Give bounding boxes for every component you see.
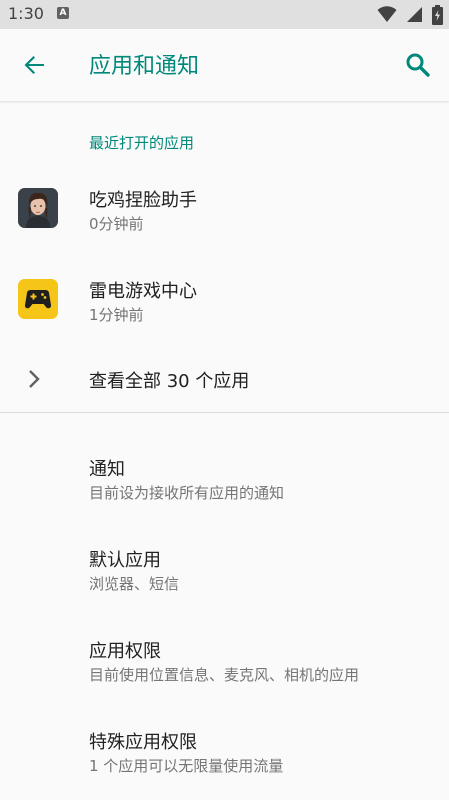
chevron-right-icon — [29, 370, 40, 388]
status-bar: 1:30 A — [0, 0, 449, 29]
recent-app-name: 雷电游戏中心 — [89, 281, 197, 302]
pref-title: 特殊应用权限 — [89, 732, 197, 753]
search-icon — [406, 53, 430, 77]
recent-app-item[interactable]: 吃鸡捏脸助手 0分钟前 — [0, 168, 449, 248]
pref-title: 应用权限 — [89, 641, 161, 662]
pref-summary: 目前设为接收所有应用的通知 — [89, 484, 285, 502]
default-apps-pref[interactable]: 默认应用 浏览器、短信 — [0, 531, 449, 615]
see-all-apps-label: 查看全部 30 个应用 — [89, 371, 250, 392]
gamepad-icon — [18, 279, 58, 319]
special-app-access-pref[interactable]: 特殊应用权限 1 个应用可以无限量使用流量 — [0, 714, 449, 798]
section-divider — [0, 412, 449, 413]
page-title: 应用和通知 — [89, 54, 200, 79]
pref-title: 默认应用 — [89, 550, 161, 571]
status-time: 1:30 — [8, 4, 44, 23]
face-avatar-icon — [18, 188, 58, 228]
back-button[interactable] — [20, 51, 48, 79]
notification-badge: A — [57, 7, 69, 19]
recent-app-time: 0分钟前 — [89, 215, 144, 233]
app-permissions-pref[interactable]: 应用权限 目前使用位置信息、麦克风、相机的应用 — [0, 622, 449, 706]
recent-app-time: 1分钟前 — [89, 306, 144, 324]
recent-apps-header: 最近打开的应用 — [89, 134, 195, 152]
see-all-apps-button[interactable]: 查看全部 30 个应用 — [0, 352, 449, 408]
pref-summary: 浏览器、短信 — [89, 575, 180, 593]
search-button[interactable] — [404, 51, 432, 79]
pref-title: 通知 — [89, 459, 125, 480]
battery-icon — [432, 4, 443, 25]
cell-signal-icon — [406, 6, 422, 22]
pref-summary: 目前使用位置信息、麦克风、相机的应用 — [89, 666, 360, 684]
notifications-pref[interactable]: 通知 目前设为接收所有应用的通知 — [0, 440, 449, 524]
recent-app-name: 吃鸡捏脸助手 — [89, 190, 197, 211]
app-bar: 应用和通知 — [0, 29, 449, 101]
arrow-back-icon — [24, 56, 44, 74]
pref-summary: 1 个应用可以无限量使用流量 — [89, 757, 284, 775]
status-icons — [373, 4, 443, 25]
recent-app-item[interactable]: 雷电游戏中心 1分钟前 — [0, 260, 449, 340]
wifi-icon — [377, 5, 397, 22]
